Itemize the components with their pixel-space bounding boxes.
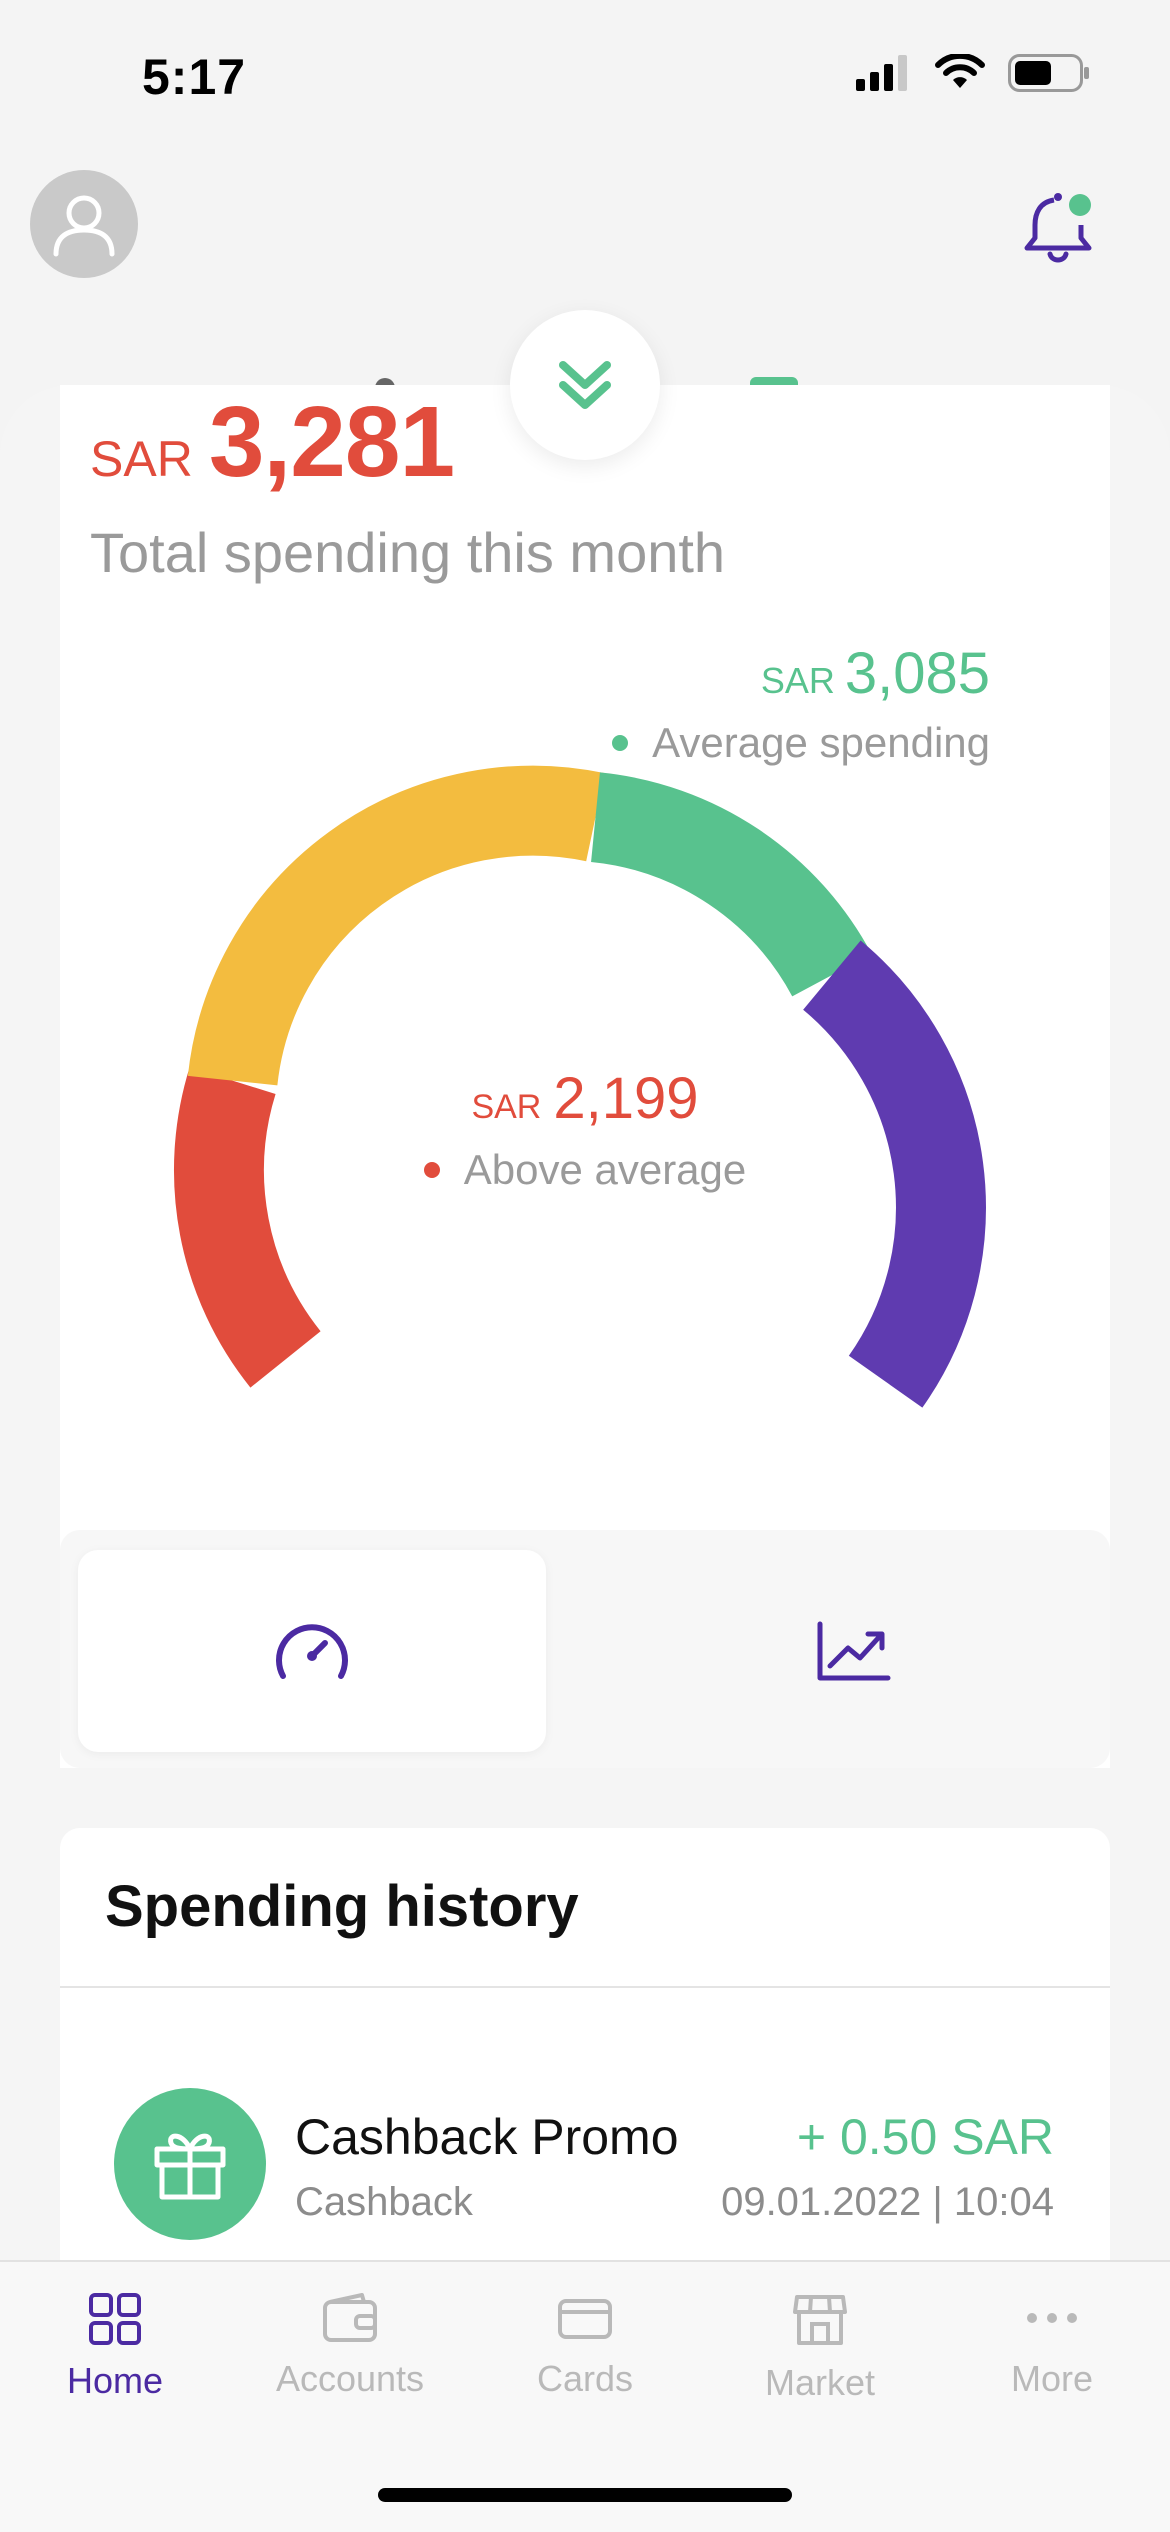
- gauge-icon: [276, 1624, 348, 1679]
- tab-accounts[interactable]: Accounts: [250, 2292, 450, 2400]
- home-indicator: [378, 2488, 792, 2502]
- difference-amount: 2,199: [553, 1066, 699, 1131]
- gauge-segment-yellow: [187, 765, 605, 1086]
- above-average-dot: [423, 1162, 440, 1178]
- transaction-icon: [114, 2088, 266, 2240]
- profile-avatar[interactable]: [30, 170, 138, 278]
- trend-chart-icon: [817, 1621, 891, 1681]
- tab-more[interactable]: More: [952, 2292, 1152, 2400]
- view-toggle: [60, 1530, 1110, 1768]
- dots-icon: [1027, 2313, 1077, 2323]
- transaction-row[interactable]: Cashback Promo Cashback + 0.50 SAR 09.01…: [60, 2088, 1110, 2248]
- currency-label: SAR: [471, 1088, 542, 1126]
- tab-label: More: [1010, 2358, 1094, 2399]
- difference-label: Above average: [463, 1146, 747, 1193]
- tab-label: Home: [66, 2360, 164, 2401]
- transaction-category: Cashback: [295, 2180, 473, 2224]
- tab-label: Cards: [536, 2358, 634, 2399]
- wallet-icon: [323, 2293, 377, 2342]
- gauge-segment-green: [590, 772, 872, 998]
- battery-icon: [1008, 54, 1089, 92]
- card-icon: [558, 2299, 612, 2339]
- store-icon: [793, 2295, 847, 2345]
- notifications-button[interactable]: [1018, 180, 1108, 270]
- status-time: 5:17: [142, 49, 247, 105]
- trend-view-button[interactable]: [620, 1550, 1088, 1752]
- notification-dot: [1069, 194, 1091, 216]
- tab-cards[interactable]: Cards: [485, 2292, 685, 2400]
- gauge-center: SAR 2,199 Above average: [60, 1065, 1110, 1194]
- section-title: Spending history: [105, 1874, 579, 1939]
- grid-icon: [89, 2293, 141, 2345]
- gauge-view-button[interactable]: [78, 1550, 546, 1752]
- tab-market[interactable]: Market: [720, 2292, 920, 2404]
- spending-history-card: Spending history Cashback Promo Cashback…: [60, 1828, 1110, 2328]
- wifi-icon: [935, 54, 985, 88]
- transaction-amount: + 0.50 SAR: [796, 2109, 1054, 2165]
- status-bar: 5:17: [0, 0, 1170, 150]
- signal-icon: [856, 55, 907, 91]
- transaction-datetime: 09.01.2022 | 10:04: [721, 2180, 1054, 2224]
- tab-label: Accounts: [275, 2358, 425, 2399]
- gift-icon: [154, 2133, 226, 2200]
- user-icon: [53, 195, 115, 257]
- chevron-double-down-icon: [559, 361, 611, 409]
- divider: [60, 1986, 1110, 1988]
- status-icons: [856, 54, 1090, 92]
- spending-card: SAR 3,281 Total spending this month SAR …: [60, 385, 1110, 1768]
- collapse-button[interactable]: [510, 310, 660, 460]
- tab-label: Market: [764, 2362, 876, 2403]
- bell-icon: [1024, 193, 1092, 263]
- transaction-name: Cashback Promo: [295, 2109, 679, 2165]
- tab-home[interactable]: Home: [15, 2292, 215, 2402]
- spending-gauge: [174, 765, 986, 1408]
